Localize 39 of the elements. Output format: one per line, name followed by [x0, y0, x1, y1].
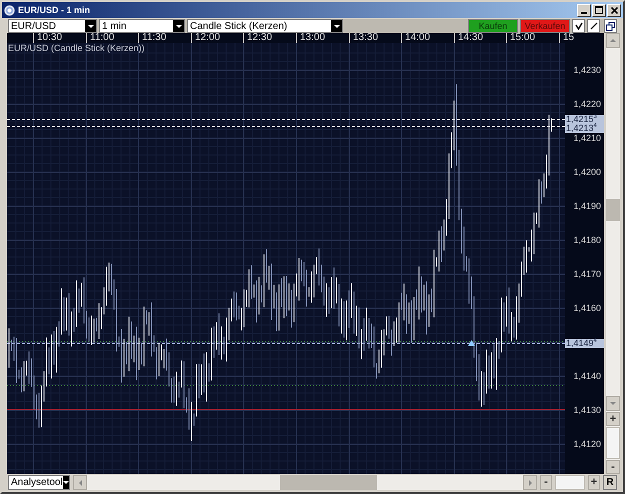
minimize-icon[interactable]: [577, 4, 591, 16]
dropdown[interactable]: 1 min: [99, 19, 185, 33]
price-label: 1,4200: [573, 167, 601, 177]
buy-button[interactable]: Kaufen: [468, 19, 518, 33]
zoom-in-button[interactable]: +: [606, 412, 620, 426]
zoom-out-button[interactable]: -: [606, 460, 620, 474]
price-label: 1,4160: [573, 303, 601, 313]
price-label: 1,4140: [573, 371, 601, 381]
tool-dropdown[interactable]: Analysetool: [8, 475, 70, 490]
price-label: 1,4120: [573, 439, 601, 449]
triangle-marker-icon: [468, 340, 475, 346]
scroll-thumb[interactable]: [280, 475, 377, 490]
scroll-down-button[interactable]: [606, 396, 620, 411]
price-label: 1,4210: [573, 133, 601, 143]
close-icon[interactable]: [607, 4, 621, 16]
price-tag: 1,4215$^{3}$: [565, 115, 604, 124]
price-label: 1,4180: [573, 235, 601, 245]
dropdown[interactable]: Candle Stick (Kerzen): [187, 19, 343, 33]
app-icon: [4, 4, 15, 16]
maximize-icon[interactable]: [592, 4, 606, 16]
price-tag: 1,4149$^{4}$: [565, 339, 604, 348]
zoom-in-button[interactable]: +: [588, 475, 600, 490]
price-label: 1,4170: [573, 269, 601, 279]
price-label: 1,4220: [573, 99, 601, 109]
window-title: EUR/USD - 1 min: [18, 5, 90, 15]
zoom-out-button[interactable]: -: [540, 475, 552, 490]
chart-caption: EUR/USD (Candle Stick (Kerzen)): [8, 43, 145, 53]
scroll-thumb[interactable]: [606, 199, 620, 221]
price-tag: 1,4213$^{4}$: [565, 124, 604, 133]
scroll-right-button[interactable]: [523, 475, 537, 490]
price-label: 1,4130: [573, 405, 601, 415]
dropdown[interactable]: EUR/USD: [8, 19, 97, 33]
pen-icon[interactable]: [587, 19, 600, 33]
scroll-left-button[interactable]: [73, 475, 87, 490]
check-icon[interactable]: [572, 19, 585, 33]
price-label: 1,4190: [573, 201, 601, 211]
price-label: 1,4230: [573, 65, 601, 75]
window-restore-icon[interactable]: [604, 19, 617, 33]
reset-button[interactable]: R: [603, 475, 617, 490]
